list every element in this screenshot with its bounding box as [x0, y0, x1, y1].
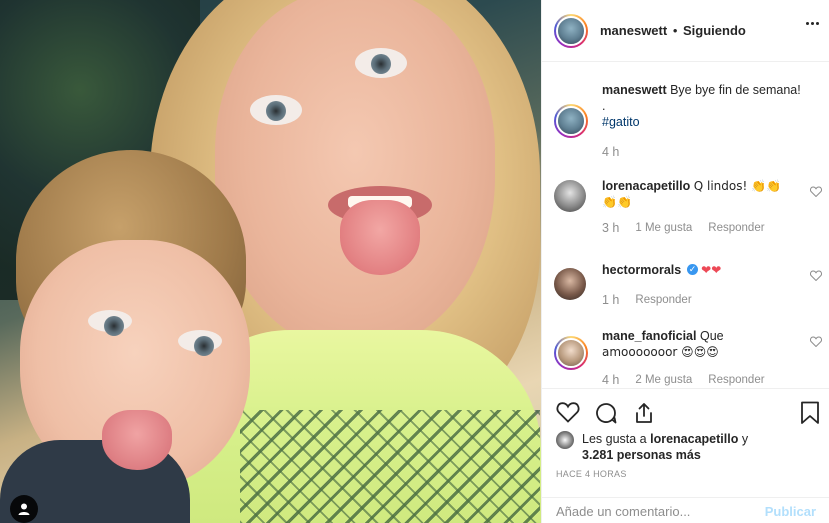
likes-count[interactable]: 3.281 personas más — [582, 448, 701, 462]
post-timestamp[interactable]: HACE 4 HORAS — [556, 469, 627, 479]
bookmark-icon[interactable] — [800, 401, 820, 428]
commenter-username[interactable]: hectormorals — [602, 263, 681, 277]
follow-status[interactable]: Siguiendo — [683, 23, 746, 38]
likes-and: y — [741, 432, 749, 446]
post-side-panel: maneswett • Siguiendo maneswett Bye bye … — [541, 0, 829, 523]
author-username[interactable]: maneswett — [600, 23, 667, 38]
comment-bubble-icon[interactable] — [594, 401, 618, 428]
heart-outline-icon[interactable] — [809, 186, 823, 200]
heart-outline-icon[interactable] — [809, 336, 823, 350]
likes-summary: Les gusta a lorenacapetillo y 3.281 pers… — [556, 431, 748, 463]
comment-text: Que — [699, 329, 724, 343]
share-icon[interactable] — [632, 401, 656, 428]
heart-outline-icon[interactable] — [809, 270, 823, 284]
add-comment-bar: Publicar — [542, 497, 829, 523]
photo-boy-left-eye — [88, 310, 132, 336]
comment-text-continued: amooooooor 😍😍😍 — [602, 345, 719, 359]
comment-row: lorenacapetillo Q lindos! 👏👏 👏👏 3 h 1 Me… — [554, 178, 824, 236]
comment-likes[interactable]: 1 Me gusta — [635, 220, 692, 236]
caption-time[interactable]: 4 h — [602, 144, 619, 160]
author-line: maneswett • Siguiendo — [600, 23, 746, 38]
caption-text: Bye bye fin de semana! — [670, 83, 801, 97]
commenter-username[interactable]: mane_fanoficial — [602, 329, 696, 343]
comment-time[interactable]: 1 h — [602, 292, 619, 308]
comment-text: ❤❤ — [701, 263, 722, 277]
photo-shirt-print — [240, 410, 540, 523]
commenter-username[interactable]: lorenacapetillo — [602, 179, 690, 193]
heart-outline-icon[interactable] — [556, 401, 580, 428]
caption-dot: . — [602, 99, 606, 113]
commenter-avatar[interactable] — [554, 180, 586, 212]
comment-reply-button[interactable]: Responder — [708, 372, 764, 388]
post-actions: Les gusta a lorenacapetillo y 3.281 pers… — [542, 388, 829, 523]
comment-text-continued: 👏👏 — [602, 195, 632, 209]
verified-badge-icon — [686, 262, 698, 278]
caption-username[interactable]: maneswett — [602, 83, 667, 97]
commenter-avatar[interactable] — [554, 336, 588, 370]
liker-avatar[interactable] — [556, 431, 574, 449]
comment-row: mane_fanoficial Que amooooooor 😍😍😍 4 h 2… — [554, 328, 824, 388]
comment-reply-button[interactable]: Responder — [708, 220, 764, 236]
author-avatar[interactable] — [554, 13, 588, 48]
photo-boy-tongue — [102, 410, 172, 470]
comment-time[interactable]: 4 h — [602, 372, 619, 388]
comment-likes[interactable]: 2 Me gusta — [635, 372, 692, 388]
photo-woman-tongue — [340, 200, 420, 275]
action-icons — [556, 401, 656, 428]
comments-list: maneswett Bye bye fin de semana! . #gati… — [542, 62, 829, 388]
user-tag-icon[interactable] — [10, 495, 38, 523]
publish-button[interactable]: Publicar — [765, 504, 816, 519]
post-photo[interactable] — [0, 0, 541, 523]
comment-reply-button[interactable]: Responder — [635, 292, 691, 308]
caption-author-avatar[interactable] — [554, 104, 588, 138]
photo-woman-face — [215, 0, 495, 350]
comment-row: hectormorals ❤❤ 1 h Responder — [554, 262, 824, 308]
likes-user[interactable]: lorenacapetillo — [650, 432, 738, 446]
photo-woman-right-eye — [355, 48, 407, 78]
photo-boy-right-eye — [178, 330, 222, 356]
photo-woman-left-eye — [250, 95, 302, 125]
separator-dot: • — [672, 23, 678, 38]
comment-time[interactable]: 3 h — [602, 220, 619, 236]
comment-text: Q lindos! 👏👏 — [693, 179, 781, 193]
more-options-icon[interactable] — [806, 22, 819, 25]
caption-row: maneswett Bye bye fin de semana! . #gati… — [554, 82, 824, 160]
comment-input[interactable] — [556, 503, 765, 519]
post-header: maneswett • Siguiendo — [542, 0, 829, 62]
commenter-avatar[interactable] — [554, 268, 586, 300]
likes-prefix: Les gusta a — [582, 432, 647, 446]
caption-hashtag[interactable]: #gatito — [602, 114, 802, 130]
